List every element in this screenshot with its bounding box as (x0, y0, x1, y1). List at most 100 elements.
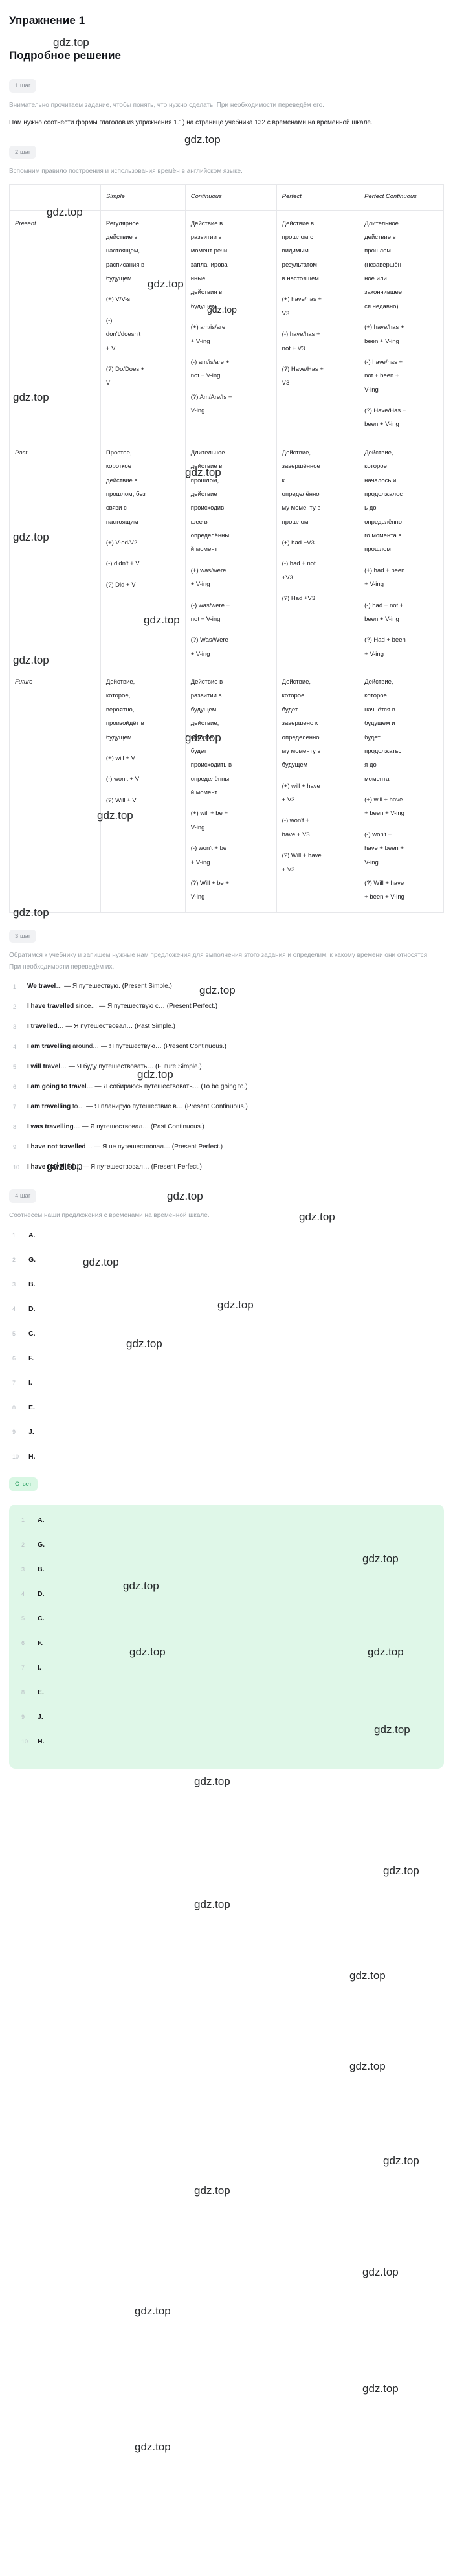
cell-line: будет (190, 747, 207, 755)
step-2-intro: Вспомним правило построения и использова… (9, 168, 243, 175)
cell-line: (+) will + V (105, 754, 135, 762)
cell-spacer (106, 307, 180, 314)
page-title: Упражнение 1 (9, 14, 85, 27)
cell-line: + been + V-ing (364, 893, 404, 901)
cell-line: действия в (190, 289, 223, 297)
matching-item: H. (12, 1453, 36, 1461)
cell-line: (+) will + have (364, 796, 403, 803)
cell-line: будущем (105, 275, 132, 282)
sentence-verb-form: I have travelled (27, 1163, 74, 1171)
cell-spacer (282, 320, 353, 328)
cell-line: ся недавно) (364, 302, 399, 310)
cell-line: been + V-ing (364, 615, 399, 623)
cell-line: будущем (105, 734, 132, 741)
table-cell-perfect: Действие, которое будет завершено к определе… (276, 669, 360, 913)
cell-line: (?) Was/Were (190, 636, 228, 644)
cell-line: (-) (105, 317, 113, 324)
cell-line: been + V-ing (364, 421, 399, 429)
cell-spacer (364, 821, 438, 828)
sentence-translation: to… — Я планирую путешествие в… (Present… (71, 1103, 248, 1111)
matching-item: F. (12, 1354, 34, 1363)
cell-line: нные (190, 275, 206, 282)
cell-spacer (282, 529, 353, 536)
cell-line: действие в (190, 463, 223, 471)
cell-line: прошлом, (190, 476, 219, 484)
cell-line: + V-ing (190, 581, 210, 588)
sentence-verb-form: I am travelling (27, 1103, 71, 1111)
step-4-chip: 4 шаг (9, 1189, 37, 1203)
cell-line: прошлом (282, 518, 309, 526)
cell-line: (-) didn't + V (105, 560, 140, 568)
cell-line: Простое, (105, 449, 132, 456)
cell-line: V-ing (190, 407, 205, 414)
cell-line: (+) am/is/are (190, 324, 226, 331)
cell-line: й момент (190, 546, 217, 554)
sentence-translation: since… — Я путешествую с… (Present Perfe… (74, 1003, 218, 1011)
cell-line: действие в (105, 476, 138, 484)
cell-line: момента (364, 775, 390, 783)
cell-line: действие в (105, 233, 138, 241)
answer-item: C. (21, 1614, 45, 1622)
watermark: gdz.top (349, 2060, 386, 2072)
cell-line: расписания в (105, 261, 145, 269)
cell-line: (?) Will + V (105, 796, 137, 804)
sentence-verb-form: I have travelled (27, 1003, 74, 1011)
step-3-chip: 3 шаг (9, 929, 37, 943)
cell-line: началось и (364, 476, 397, 484)
cell-spacer (364, 592, 438, 599)
cell-line: развитии в (190, 692, 222, 700)
tenses-table-body: Present Регулярное действие в настоящем, рас… (9, 210, 444, 913)
tenses-table: Simple Continuous Perfect Perfect Contin… (9, 183, 444, 913)
cell-line: (?) Am/Are/Is + (190, 393, 232, 401)
cell-line: прошлом (364, 546, 391, 554)
cell-line: будет (364, 734, 381, 741)
sentence-translation: … — Я путешествую. (Present Simple.) (56, 983, 172, 991)
step-3-intro: Обратимся к учебнику и запишем нужные на… (9, 952, 429, 970)
cell-line: запланирова (190, 261, 228, 269)
cell-spacer (191, 313, 271, 320)
cell-spacer (364, 348, 438, 355)
answer-list: A. G. B. D. C. F. I. E. J. H. (18, 1516, 435, 1745)
sentence-translation: around… — Я путешествую… (Present Contin… (71, 1043, 226, 1051)
cell-line: результатом (282, 261, 317, 269)
cell-line: (?) Do/Does + (105, 365, 145, 373)
cell-spacer (364, 786, 438, 793)
cell-line: (+) was/were (190, 566, 226, 574)
cell-line: (+) have/has + (364, 324, 404, 331)
cell-line: действие в (364, 233, 396, 241)
cell-line: происходить в (190, 761, 232, 769)
cell-line: +V3 (282, 574, 293, 581)
solution-page: Упражнение 1 Подробное решение 1 шаг Вни… (0, 0, 453, 1811)
cell-line: (-) have/has + (364, 358, 403, 366)
cell-spacer (282, 286, 353, 293)
cell-line: Действие, (364, 449, 393, 456)
table-cell-simple: Простое, короткое действие в прошлом, без св… (100, 439, 186, 670)
sentence-translation: … — Я путешествовал… (Past Simple.) (57, 1023, 175, 1031)
cell-line: которое (364, 692, 387, 700)
cell-line: определённо (364, 518, 403, 526)
cell-line: развитии в (190, 233, 222, 241)
cell-line: (-) am/is/are + (190, 358, 230, 366)
cell-spacer (364, 869, 438, 877)
answer-item: H. (21, 1737, 45, 1745)
cell-line: которое (364, 463, 387, 471)
matching-item: C. (12, 1330, 36, 1338)
table-col-simple: Simple (100, 183, 186, 211)
sentence-translation: … — Я буду путешествовать… (Future Simpl… (60, 1063, 202, 1071)
sentence-item: I am travelling to… — Я планирую путешес… (9, 1102, 444, 1112)
cell-line: V3 (282, 379, 290, 387)
cell-spacer (191, 869, 271, 877)
matching-item: G. (12, 1256, 36, 1264)
answer-item: A. (21, 1516, 45, 1524)
sentence-item: I travelled… — Я путешествовал… (Past Si… (9, 1022, 444, 1032)
sentence-item: I am going to travel… — Я собираюсь путе… (9, 1082, 444, 1092)
cell-line: + V (105, 344, 116, 352)
cell-line: завершено к (282, 720, 318, 728)
cell-line: будущем и (364, 720, 395, 728)
table-row: Past Простое, короткое действие в прошлом, б… (9, 439, 444, 670)
cell-line: (?) Will + be + (190, 879, 229, 887)
matching-item: E. (12, 1404, 35, 1412)
answer-item: E. (21, 1688, 44, 1696)
answer-item: I. (21, 1663, 41, 1672)
cell-line: have + been + (364, 845, 404, 853)
